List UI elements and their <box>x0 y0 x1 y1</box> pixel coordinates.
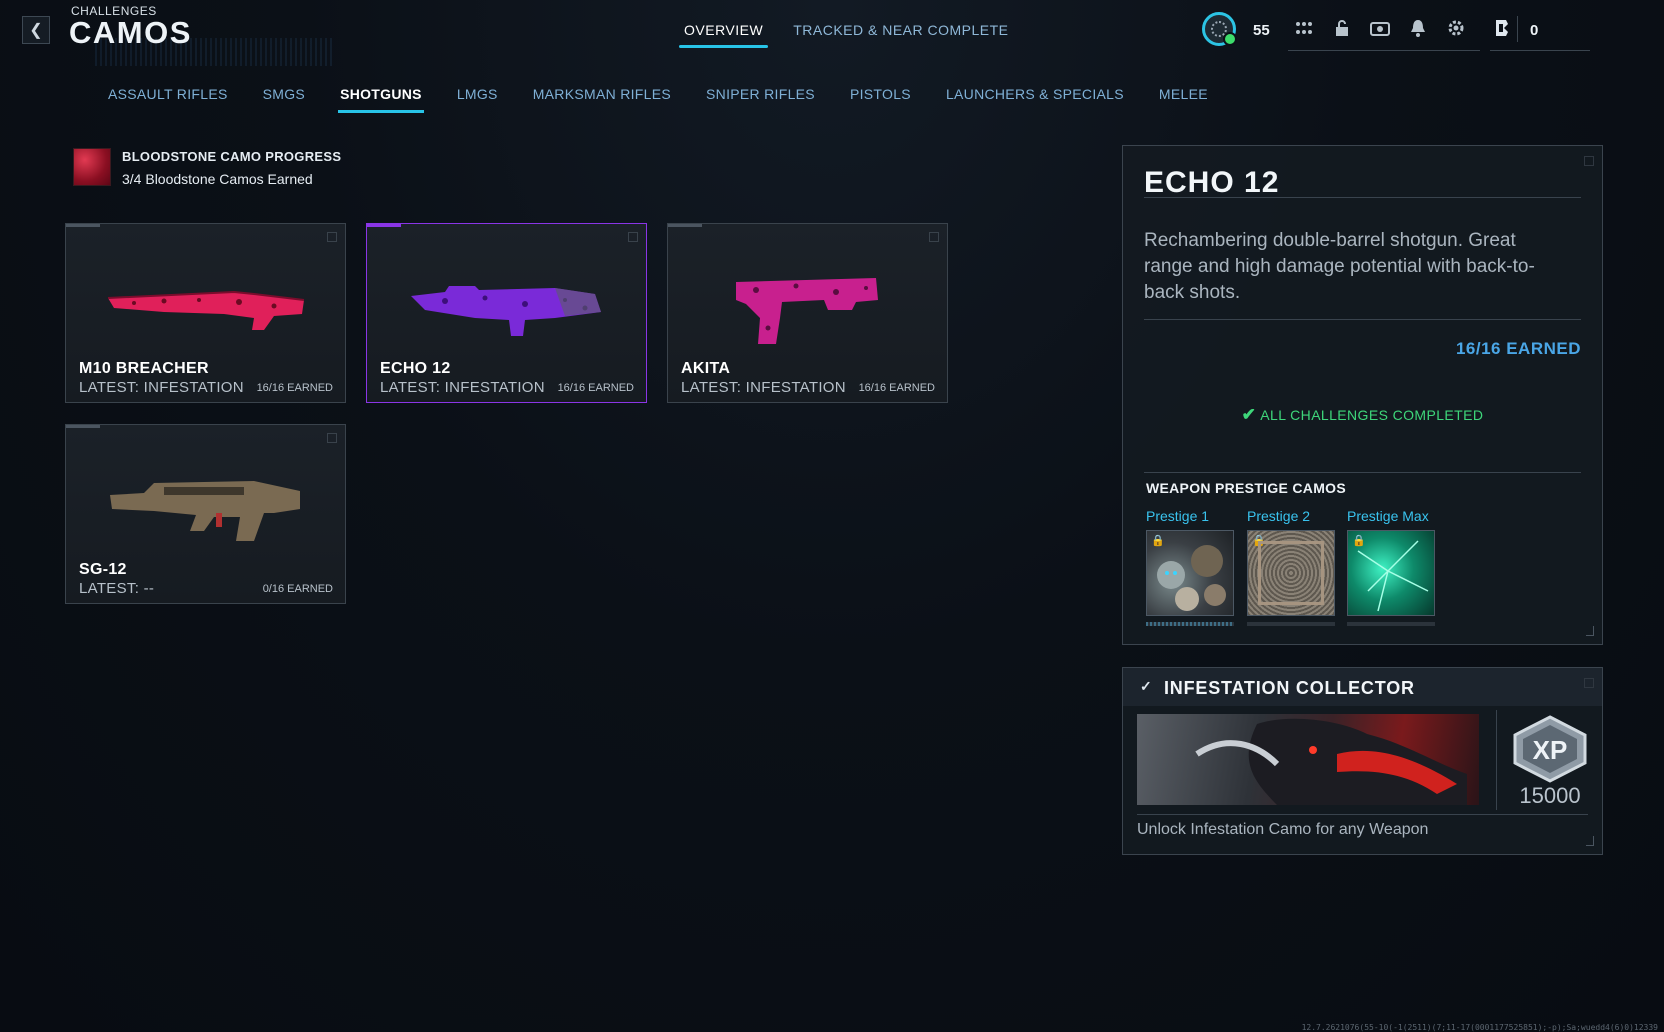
collector-description: Unlock Infestation Camo for any Weapon <box>1137 821 1429 838</box>
prestige-label: Prestige 2 <box>1247 508 1311 524</box>
tab-sniper-rifles[interactable]: SNIPER RIFLES <box>706 86 815 102</box>
xp-badge-icon: XP <box>1513 715 1587 783</box>
camera-icon[interactable] <box>1370 18 1390 38</box>
gear-icon[interactable] <box>1446 18 1466 38</box>
prestige-progress-bar <box>1347 622 1435 626</box>
xp-reward-value: 15000 <box>1519 783 1581 808</box>
weapon-card-sg-12[interactable]: SG-12 LATEST: -- 0/16 EARNED <box>65 424 346 604</box>
weapon-card-echo-12[interactable]: ECHO 12 LATEST: INFESTATION 16/16 EARNED <box>366 223 647 403</box>
build-info: 12.7.2621076(55-10(-1(2511)(7;11-17(0001… <box>1301 1023 1658 1032</box>
weapon-card-m10-breacher[interactable]: M10 BREACHER LATEST: INFESTATION 16/16 E… <box>65 223 346 403</box>
unlock-icon[interactable] <box>1332 18 1352 38</box>
divider <box>1144 197 1581 198</box>
hud-divider <box>1517 16 1518 42</box>
prestige-camo-max[interactable]: Prestige Max 🔒 <box>1347 508 1435 626</box>
bell-icon[interactable] <box>1408 18 1428 38</box>
tab-overview[interactable]: OVERVIEW <box>678 22 769 48</box>
prestige-1-camo-image: 🔒 <box>1146 530 1234 616</box>
divider <box>1137 814 1588 815</box>
detail-description: Rechambering double-barrel shotgun. Grea… <box>1144 230 1535 303</box>
prestige-max-camo-image: 🔒 <box>1347 530 1435 616</box>
prestige-label: Prestige Max <box>1347 508 1429 524</box>
tab-melee[interactable]: MELEE <box>1159 86 1208 102</box>
tab-assault-rifles[interactable]: ASSAULT RIFLES <box>108 86 228 102</box>
prestige-label: Prestige 1 <box>1146 508 1210 524</box>
progress-count: 3/4 Bloodstone Camos Earned <box>122 171 313 187</box>
collector-title: INFESTATION COLLECTOR <box>1164 678 1415 698</box>
weapon-name: M10 BREACHER <box>79 360 209 377</box>
panel-corner <box>1584 678 1594 688</box>
weapon-name: AKITA <box>681 360 731 377</box>
cod-points-balance: 0 <box>1530 22 1539 39</box>
challenge-status-text: ALL CHALLENGES COMPLETED <box>1260 407 1484 423</box>
tab-tracked-near-complete[interactable]: TRACKED & NEAR COMPLETE <box>793 22 1008 46</box>
prestige-camo-2[interactable]: Prestige 2 🔒 <box>1247 508 1335 626</box>
xp-label: XP <box>1533 735 1568 765</box>
weapon-name: SG-12 <box>79 561 127 578</box>
weapon-latest-camo: LATEST: INFESTATION <box>79 379 244 396</box>
weapon-earned-count: 16/16 EARNED <box>557 382 634 394</box>
prestige-progress-bar <box>1146 622 1234 626</box>
hud-divider <box>1288 50 1480 51</box>
infestation-artwork <box>1137 714 1479 805</box>
tab-lmgs[interactable]: LMGS <box>457 86 498 102</box>
category-tabs: ASSAULT RIFLES SMGS SHOTGUNS LMGS MARKSM… <box>108 86 1208 113</box>
shotgun-image <box>110 481 300 541</box>
weapon-name: ECHO 12 <box>380 360 451 377</box>
tab-marksman-rifles[interactable]: MARKSMAN RIFLES <box>533 86 671 102</box>
weapon-detail-panel: ECHO 12 Rechambering double-barrel shotg… <box>1122 145 1603 645</box>
weapon-earned-count: 0/16 EARNED <box>262 583 333 595</box>
hud-divider <box>1490 50 1590 51</box>
tab-smgs[interactable]: SMGS <box>263 86 305 102</box>
prestige-camo-1[interactable]: Prestige 1 🔒 <box>1146 508 1234 626</box>
weapon-latest-camo: LATEST: -- <box>79 580 155 597</box>
prestige-2-camo-image: 🔒 <box>1247 530 1335 616</box>
tab-shotguns[interactable]: SHOTGUNS <box>338 86 424 113</box>
player-level: 55 <box>1253 22 1270 39</box>
chevron-left-icon: ❮ <box>29 22 43 39</box>
cod-points-icon <box>1494 18 1510 43</box>
challenge-status: ✔ ALL CHALLENGES COMPLETED <box>1123 405 1602 425</box>
detail-title: ECHO 12 <box>1144 166 1280 199</box>
panel-resize-handle <box>1586 836 1594 846</box>
panel-resize-handle <box>1586 626 1594 636</box>
prestige-progress-bar <box>1247 622 1335 626</box>
tab-pistols[interactable]: PISTOLS <box>850 86 911 102</box>
weapon-latest-camo: LATEST: INFESTATION <box>681 379 846 396</box>
bloodstone-camo-swatch <box>73 148 111 186</box>
infestation-collector-panel: ✓ INFESTATION COLLECTOR XP 15000 Unlock … <box>1122 667 1603 855</box>
shotgun-image <box>411 286 601 336</box>
divider <box>1496 710 1497 810</box>
panel-corner <box>1584 156 1594 166</box>
divider <box>1144 319 1581 320</box>
detail-earned-count: 16/16 EARNED <box>1455 339 1581 358</box>
player-emblem[interactable] <box>1202 12 1237 46</box>
shotgun-image <box>107 290 305 330</box>
weapon-earned-count: 16/16 EARNED <box>256 382 333 394</box>
prestige-heading: WEAPON PRESTIGE CAMOS <box>1146 480 1346 496</box>
top-nav: OVERVIEW TRACKED & NEAR COMPLETE <box>678 22 1009 48</box>
divider <box>1144 472 1581 473</box>
page-title: CAMOS <box>69 15 192 50</box>
checkmark-icon: ✔ <box>1241 405 1257 424</box>
back-button[interactable]: ❮ <box>22 16 50 44</box>
weapon-earned-count: 16/16 EARNED <box>858 382 935 394</box>
progress-title: BLOODSTONE CAMO PROGRESS <box>122 149 342 164</box>
weapon-latest-camo: LATEST: INFESTATION <box>380 379 545 396</box>
tab-launchers-specials[interactable]: LAUNCHERS & SPECIALS <box>946 86 1124 102</box>
grid-menu-icon[interactable] <box>1294 18 1314 38</box>
shotgun-image <box>736 278 878 344</box>
weapon-card-akita[interactable]: AKITA LATEST: INFESTATION 16/16 EARNED <box>667 223 948 403</box>
check-icon: ✓ <box>1140 678 1152 694</box>
player-hud: 55 0 <box>1194 12 1664 52</box>
